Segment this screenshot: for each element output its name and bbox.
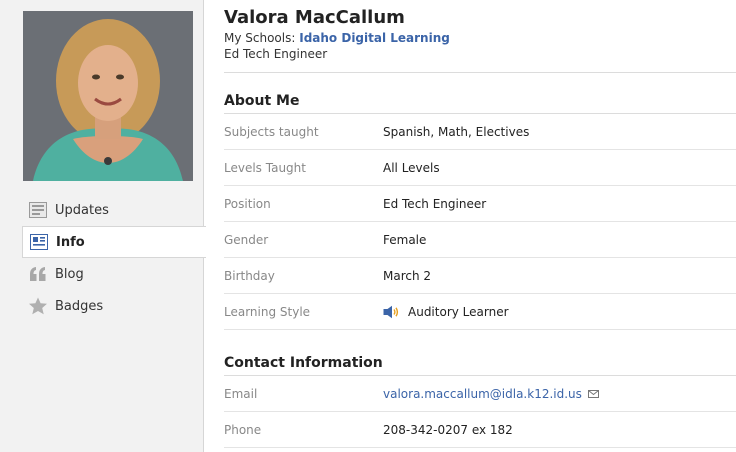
row-label: Levels Taught xyxy=(224,161,306,175)
school-link[interactable]: Idaho Digital Learning xyxy=(299,31,450,45)
info-row-subjects: Subjects taught Spanish, Math, Electives xyxy=(224,114,736,150)
info-row-position: Position Ed Tech Engineer xyxy=(224,186,736,222)
nav-item-updates[interactable]: Updates xyxy=(22,194,205,226)
row-label: Email xyxy=(224,387,258,401)
my-schools-label: My Schools: xyxy=(224,31,296,45)
star-icon xyxy=(28,297,48,315)
row-value: 208-342-0207 ex 182 xyxy=(383,423,513,437)
row-label: Learning Style xyxy=(224,305,311,319)
profile-title: Ed Tech Engineer xyxy=(224,47,328,61)
info-row-gender: Gender Female xyxy=(224,222,736,258)
nav-item-label: Badges xyxy=(55,298,104,314)
nav-item-label: Info xyxy=(56,234,85,250)
email-link[interactable]: valora.maccallum@idla.k12.id.us xyxy=(383,376,582,412)
contact-row-email: Email valora.maccallum@idla.k12.id.us xyxy=(224,376,736,412)
sidebar: Updates Info Blog Badges xyxy=(0,0,206,452)
nav-item-badges[interactable]: Badges xyxy=(22,290,205,322)
about-heading: About Me xyxy=(224,93,300,109)
info-icon xyxy=(29,233,49,251)
row-label: Subjects taught xyxy=(224,125,319,139)
info-row-levels: Levels Taught All Levels xyxy=(224,150,736,186)
quote-icon xyxy=(28,265,48,283)
row-label: Phone xyxy=(224,423,262,437)
header-divider xyxy=(224,72,736,73)
row-label: Gender xyxy=(224,233,269,247)
row-value: Ed Tech Engineer xyxy=(383,197,487,211)
info-row-learning-style: Learning Style Auditory Learner xyxy=(224,294,736,330)
my-schools: My Schools: Idaho Digital Learning xyxy=(224,31,450,45)
row-value: Female xyxy=(383,233,427,247)
row-value-wrap: Auditory Learner xyxy=(383,294,509,330)
profile-nav: Updates Info Blog Badges xyxy=(22,194,206,322)
profile-photo[interactable] xyxy=(23,11,193,181)
info-row-birthday: Birthday March 2 xyxy=(224,258,736,294)
nav-item-blog[interactable]: Blog xyxy=(22,258,205,290)
envelope-icon[interactable] xyxy=(587,390,599,398)
row-value: March 2 xyxy=(383,269,432,283)
row-value: Spanish, Math, Electives xyxy=(383,125,530,139)
row-value: Auditory Learner xyxy=(408,305,509,319)
contact-row-phone: Phone 208-342-0207 ex 182 xyxy=(224,412,736,448)
row-label: Position xyxy=(224,197,271,211)
nav-item-label: Blog xyxy=(55,266,84,282)
row-value: All Levels xyxy=(383,161,440,175)
nav-item-info[interactable]: Info xyxy=(22,226,206,258)
row-value-wrap: valora.maccallum@idla.k12.id.us xyxy=(383,376,599,412)
contact-heading: Contact Information xyxy=(224,355,383,371)
updates-icon xyxy=(28,201,48,219)
speaker-icon xyxy=(383,305,400,319)
row-label: Birthday xyxy=(224,269,275,283)
nav-item-label: Updates xyxy=(55,202,109,218)
profile-name: Valora MacCallum xyxy=(224,7,405,28)
